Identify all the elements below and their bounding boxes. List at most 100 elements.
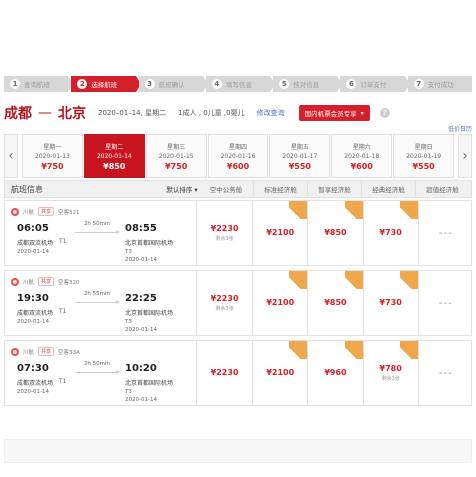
cabin-price-cell[interactable]: ¥730 (362, 271, 418, 335)
flight-row: 川航 共享 空客321 06:05 成都双流机场 T1 2020-01-14 2… (4, 200, 472, 266)
date-day[interactable]: 星期四 2020-01-16 ¥600 (207, 134, 269, 178)
from-city: 成都 (4, 106, 32, 122)
arrival: 08:55 北京首都国际机场 T3 2020-01-14 (125, 223, 173, 263)
cabin-price-cell[interactable]: ¥2230 (197, 341, 252, 405)
help-icon[interactable]: ? (379, 108, 390, 118)
departure: 07:30 成都双流机场 T1 2020-01-14 (17, 363, 67, 395)
step-label: 核对信息 (293, 81, 320, 89)
discount-ribbon-icon (345, 271, 363, 289)
departure-terminal: T1 (59, 308, 67, 315)
date-day[interactable]: 星期五 2020-01-17 ¥550 (269, 134, 331, 178)
cabin-price-cell[interactable]: ¥850 (307, 201, 362, 265)
airline-logo-icon (11, 277, 19, 286)
price: ¥2230 (210, 224, 239, 233)
step-3[interactable]: 3 航班确认 (138, 76, 209, 92)
date-day[interactable]: 星期一 2020-01-13 ¥750 (22, 134, 83, 178)
step-label: 填写信息 (225, 81, 252, 89)
route-separator: — (38, 105, 52, 121)
duration-text: 2h 50min (83, 361, 111, 367)
cabin-price-cell[interactable]: ¥2100 (252, 271, 307, 335)
cabin-price-cell[interactable]: ¥960 (307, 341, 362, 405)
flight-summary: 川航 共享 空客321 06:05 成都双流机场 T1 2020-01-14 2… (5, 201, 197, 265)
cabin-price-cell[interactable]: ¥2100 (252, 341, 307, 405)
day-date: 2020-01-19 (406, 152, 442, 160)
unavailable-dash: --- (438, 367, 453, 379)
cabin-price-cell[interactable]: ¥2100 (252, 201, 307, 265)
step-label: 支付成功 (427, 81, 454, 89)
passenger-summary: 1成人 , 0儿童 ,0婴儿 (178, 109, 245, 117)
cabin-price-cell[interactable]: ¥780 剩余3张 (362, 341, 418, 405)
route-summary: 成都 — 北京 2020–01–14, 星期二 1成人 , 0儿童 ,0婴儿 修… (4, 102, 472, 124)
step-5[interactable]: 5 核对信息 (273, 76, 343, 92)
sort-dropdown[interactable]: 默认排序 ▾ (165, 181, 199, 197)
departure-airport-row: 成都双流机场 T1 (17, 238, 67, 247)
weekday: 星期一 (43, 143, 62, 151)
cabin-price-cell[interactable]: ¥850 (307, 271, 362, 335)
discount-ribbon-icon (345, 201, 363, 219)
cabin-price-cell[interactable]: ¥2230 剩余3张 (197, 271, 252, 335)
arrival-airport-row: 北京首都国际机场 (125, 378, 173, 387)
step-label: 订单支付 (360, 81, 387, 89)
step-number: 5 (279, 79, 290, 89)
departure-time: 19:30 (17, 293, 49, 304)
cabin-prices: ¥2230 ¥2100 ¥960 ¥780 剩余3张 --- (197, 341, 473, 405)
bottom-filler (4, 439, 472, 463)
arrival: 22:25 北京首都国际机场 T3 2020-01-14 (125, 293, 173, 333)
date-day[interactable]: 星期日 2020-01-19 ¥550 (393, 134, 455, 178)
step-number: 4 (211, 79, 222, 89)
date-day[interactable]: 星期六 2020-01-18 ¥600 (331, 134, 393, 178)
discount-ribbon-icon (289, 341, 307, 359)
departure-time: 07:30 (17, 363, 49, 374)
flight-row: 川航 共享 空客33A 07:30 成都双流机场 T1 2020-01-14 2… (4, 340, 472, 406)
header-flight-info: 航班信息 (11, 184, 43, 194)
discount-ribbon-icon (400, 201, 418, 219)
chevron-right-icon[interactable]: › (458, 134, 472, 178)
flight-row: 川航 共享 空客320 19:30 成都双流机场 T1 2020-01-14 2… (4, 270, 472, 336)
duration-arrow-icon (75, 370, 120, 374)
price: ¥2100 (266, 227, 295, 237)
day-date: 2020-01-14 (96, 152, 132, 160)
departure-date: 2020-01-14 (17, 249, 49, 255)
aircraft-type: 空客320 (58, 279, 80, 286)
step-4[interactable]: 4 填写信息 (205, 76, 276, 92)
step-6[interactable]: 6 订单支付 (340, 76, 410, 92)
step-7[interactable]: 7 支付成功 (407, 76, 472, 92)
discount-ribbon-icon (345, 341, 363, 359)
member-promo-button[interactable]: 国内机票会员专享 ▾ (298, 105, 370, 121)
departure-terminal: T1 (59, 238, 67, 245)
arrival-time: 22:25 (125, 293, 157, 304)
step-1[interactable]: 1 查询航班 (4, 76, 74, 92)
airline-name: 川航 (23, 209, 35, 216)
step-label: 查询航班 (24, 81, 50, 89)
discount-ribbon-icon (289, 201, 307, 219)
cabin-price-cell[interactable]: ¥2230 剩余3张 (197, 201, 252, 265)
low-price-calendar-link[interactable]: 低价日历 (448, 124, 472, 133)
arrival: 10:20 北京首都国际机场 T3 2020-01-14 (125, 363, 173, 403)
day-price: ¥600 (350, 161, 373, 171)
date-day[interactable]: 星期三 2020-01-15 ¥750 (145, 134, 207, 178)
departure-airport: 成都双流机场 (17, 380, 54, 387)
price: ¥2230 (210, 367, 239, 377)
aircraft-type: 空客321 (58, 209, 80, 216)
price: ¥780 (379, 364, 402, 373)
cabin-price-cell: --- (417, 341, 473, 405)
promo-label: 国内机票会员专享 (304, 110, 357, 118)
price: ¥730 (379, 297, 402, 307)
day-price: ¥750 (165, 161, 188, 171)
airline-name: 川航 (23, 279, 35, 286)
modify-search-link[interactable]: 修改查询 (257, 108, 285, 118)
cabin-price-cell[interactable]: ¥730 (362, 201, 418, 265)
airline-name: 川航 (23, 349, 35, 356)
unavailable-dash: --- (438, 297, 453, 309)
day-price: ¥750 (41, 161, 64, 171)
date-day-selected[interactable]: 星期二 2020-01-14 ¥850 (83, 134, 145, 178)
step-2[interactable]: 2 选择航班 (71, 76, 141, 92)
header-cabin-5: 超值经济舱 (415, 181, 469, 197)
step-label: 选择航班 (91, 81, 118, 89)
weekday: 星期三 (167, 143, 186, 151)
travel-date: 2020–01–14, 星期二 (98, 109, 167, 117)
duration: 2h 55min (75, 291, 120, 304)
departure-airport: 成都双流机场 (17, 310, 54, 317)
chevron-left-icon[interactable]: ‹ (4, 134, 18, 178)
airline-logo-icon (11, 347, 19, 356)
